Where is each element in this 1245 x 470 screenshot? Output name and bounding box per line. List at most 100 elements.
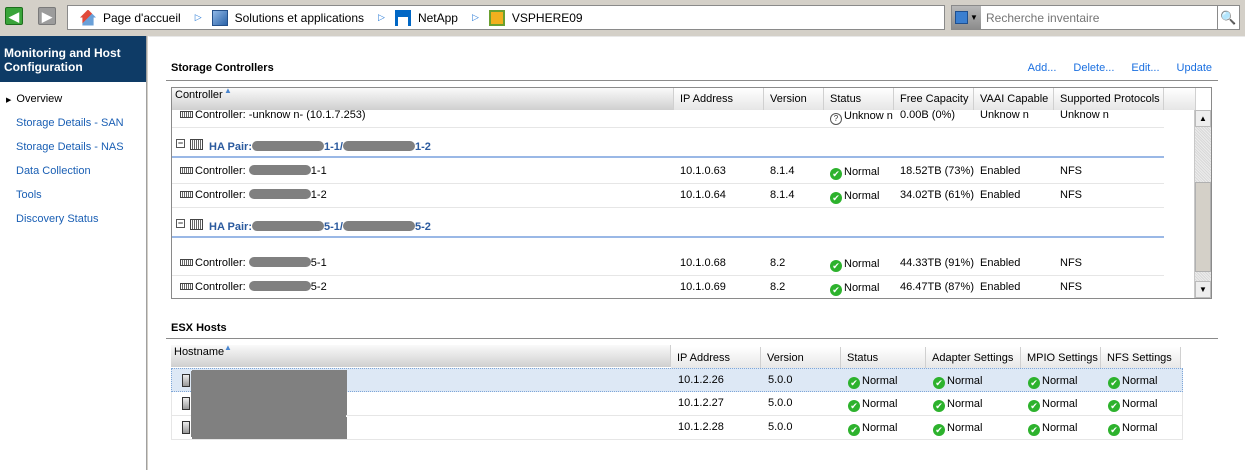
controller-icon — [180, 191, 193, 198]
sidebar-item-data-collection[interactable]: Data Collection — [0, 159, 146, 183]
column-header-status[interactable]: Status — [841, 347, 926, 369]
check-circle-icon: ✔ — [933, 424, 945, 436]
controller-name: Controller: 1-2 — [180, 189, 327, 201]
search-input[interactable] — [981, 7, 1217, 28]
main-panel: Storage Controllers Add... Delete... Edit.… — [148, 36, 1245, 470]
sidebar-item-storage-details-nas[interactable]: Storage Details - NAS — [0, 135, 146, 159]
scrollbar[interactable]: ▲ ▼ — [1194, 110, 1211, 298]
ha-pair-label: HA Pair: 5-1/5-2 — [190, 219, 431, 233]
nfs-status: ✔ Normal — [1108, 422, 1157, 436]
sort-ascending-icon: ▲ — [224, 87, 232, 95]
redacted-name — [248, 257, 311, 267]
breadcrumb-vsphere[interactable]: VSPHERE09 — [488, 9, 583, 26]
ha-pair-icon — [190, 219, 203, 230]
search-scope-dropdown[interactable]: ▼ — [952, 6, 981, 29]
controller-icon — [180, 259, 193, 266]
navigation-bar: ◀ ▶ Page d'accueil ▷ Solutions et applic… — [0, 0, 1245, 36]
status-label: Unknow n — [844, 110, 893, 122]
breadcrumb: Page d'accueil ▷ Solutions et applicatio… — [67, 5, 945, 30]
controller-name: Controller: 5-1 — [180, 257, 327, 269]
check-circle-icon: ✔ — [848, 424, 860, 436]
sidebar-item-storage-details-san[interactable]: Storage Details - SAN — [0, 111, 146, 135]
forward-button[interactable]: ▶ — [38, 7, 56, 25]
scroll-down-button[interactable]: ▼ — [1195, 281, 1211, 298]
column-header-adapter-settings[interactable]: Adapter Settings — [926, 347, 1021, 369]
sidebar-item-discovery-status[interactable]: Discovery Status — [0, 207, 146, 231]
collapse-icon[interactable]: − — [176, 139, 185, 148]
ip-address: 10.1.0.69 — [680, 281, 726, 293]
adapter-status: ✔ Normal — [933, 398, 982, 412]
check-circle-icon: ✔ — [1108, 424, 1120, 436]
column-header-version[interactable]: Version — [761, 347, 841, 369]
storage-controller-row[interactable]: Controller: 1-1 10.1.0.63 8.1.4 ✔ Normal 18.5… — [172, 160, 1164, 184]
adapter-status: ✔ Normal — [933, 422, 982, 436]
storage-controller-row[interactable]: Controller: -unknow n- (10.1.7.253)? Unkn… — [172, 106, 1164, 128]
storage-controller-row[interactable]: Controller: 1-2 10.1.0.64 8.1.4 ✔ Normal 34.0… — [172, 184, 1164, 208]
update-link[interactable]: Update — [1177, 62, 1212, 74]
column-header-label: Free Capacity — [900, 93, 969, 105]
nfs-status: ✔ Normal — [1108, 398, 1157, 412]
ip-address: 10.1.2.27 — [678, 397, 724, 409]
caret-right-icon: ▶ — [6, 97, 12, 104]
column-header-ip-address[interactable]: IP Address — [671, 347, 761, 369]
status-label: Normal — [844, 258, 880, 270]
status-status: ✔ Normal — [848, 398, 897, 412]
controller-suffix: 5-1 — [310, 257, 327, 269]
storage-controller-row[interactable]: Controller: 5-2 10.1.0.69 8.2 ✔ Normal 46.47T… — [172, 276, 1164, 298]
edit-link[interactable]: Edit... — [1131, 62, 1159, 74]
add-link[interactable]: Add... — [1028, 62, 1057, 74]
check-circle-icon: ✔ — [1108, 377, 1120, 389]
breadcrumb-solutions[interactable]: Solutions et applications — [211, 9, 364, 26]
redaction-block — [191, 371, 346, 437]
controller-label: Controller: — [195, 165, 249, 177]
ip-address: 10.1.0.68 — [680, 257, 726, 269]
sidebar-item-tools[interactable]: Tools — [0, 183, 146, 207]
netapp-icon — [394, 9, 411, 26]
vaai-capable: Enabled — [980, 165, 1021, 177]
ha-pair-mid: 5-1/ — [324, 221, 343, 233]
breadcrumb-home[interactable]: Page d'accueil — [80, 9, 181, 26]
version: 8.1.4 — [770, 189, 795, 201]
column-header-label: Adapter Settings — [932, 352, 1014, 364]
vaai-capable: Enabled — [980, 281, 1021, 293]
back-button[interactable]: ◀ — [5, 7, 23, 25]
version: 5.0.0 — [768, 374, 793, 386]
check-circle-icon: ✔ — [1028, 424, 1040, 436]
arrow-right-icon: ▶ — [42, 9, 52, 24]
status-label: Normal — [1042, 398, 1078, 410]
free-capacity: 46.47TB (87%) — [900, 281, 974, 293]
adapter-status: ✔ Normal — [933, 375, 982, 389]
sidebar-item-label: Overview — [16, 93, 63, 105]
column-header-label: Status — [847, 352, 879, 364]
status: ✔ Normal — [830, 282, 879, 296]
ha-pair-suffix: 5-2 — [414, 221, 431, 233]
sidebar-item-label: Storage Details - SAN — [16, 117, 124, 129]
breadcrumb-netapp[interactable]: NetApp — [394, 9, 458, 26]
ha-pair-group-row[interactable]: − HA Pair: 1-1/1-2 — [172, 134, 1164, 158]
column-header-mpio-settings[interactable]: MPIO Settings — [1021, 347, 1101, 369]
storage-controller-row[interactable]: Controller: 5-1 10.1.0.68 8.2 ✔ Normal 44.33T… — [172, 252, 1164, 276]
scroll-thumb[interactable] — [1195, 182, 1211, 272]
delete-link[interactable]: Delete... — [1073, 62, 1114, 74]
ha-pair-prefix: HA Pair: — [209, 141, 252, 153]
question-circle-icon: ? — [830, 113, 842, 125]
search-button[interactable]: 🔍 — [1217, 6, 1239, 29]
status-label: Normal — [1122, 398, 1158, 410]
column-header-label: NFS Settings — [1107, 352, 1172, 364]
ha-pair-mid: 1-1/ — [324, 141, 343, 153]
vaai-capable: Unknow n — [980, 109, 1029, 121]
controller-name: Controller: -unknow n- (10.1.7.253) — [180, 109, 366, 121]
ha-pair-group-row[interactable]: − HA Pair: 5-1/5-2 — [172, 214, 1164, 238]
column-header-label: Controller — [175, 89, 223, 101]
sidebar-item-label: Storage Details - NAS — [16, 141, 124, 153]
search-icon: 🔍 — [1220, 9, 1237, 25]
chevron-right-icon: ▷ — [471, 12, 479, 22]
collapse-icon[interactable]: − — [176, 219, 185, 228]
column-header-nfs-settings[interactable]: NFS Settings — [1101, 347, 1181, 369]
controller-suffix: 5-2 — [310, 281, 327, 293]
sidebar-item-label: Tools — [16, 189, 42, 201]
sidebar-item-overview[interactable]: ▶ Overview — [0, 87, 146, 111]
column-header-hostname[interactable]: Hostname ▲ — [171, 343, 671, 367]
column-header-label: VAAI Capable — [980, 93, 1049, 105]
scroll-up-button[interactable]: ▲ — [1195, 110, 1211, 127]
